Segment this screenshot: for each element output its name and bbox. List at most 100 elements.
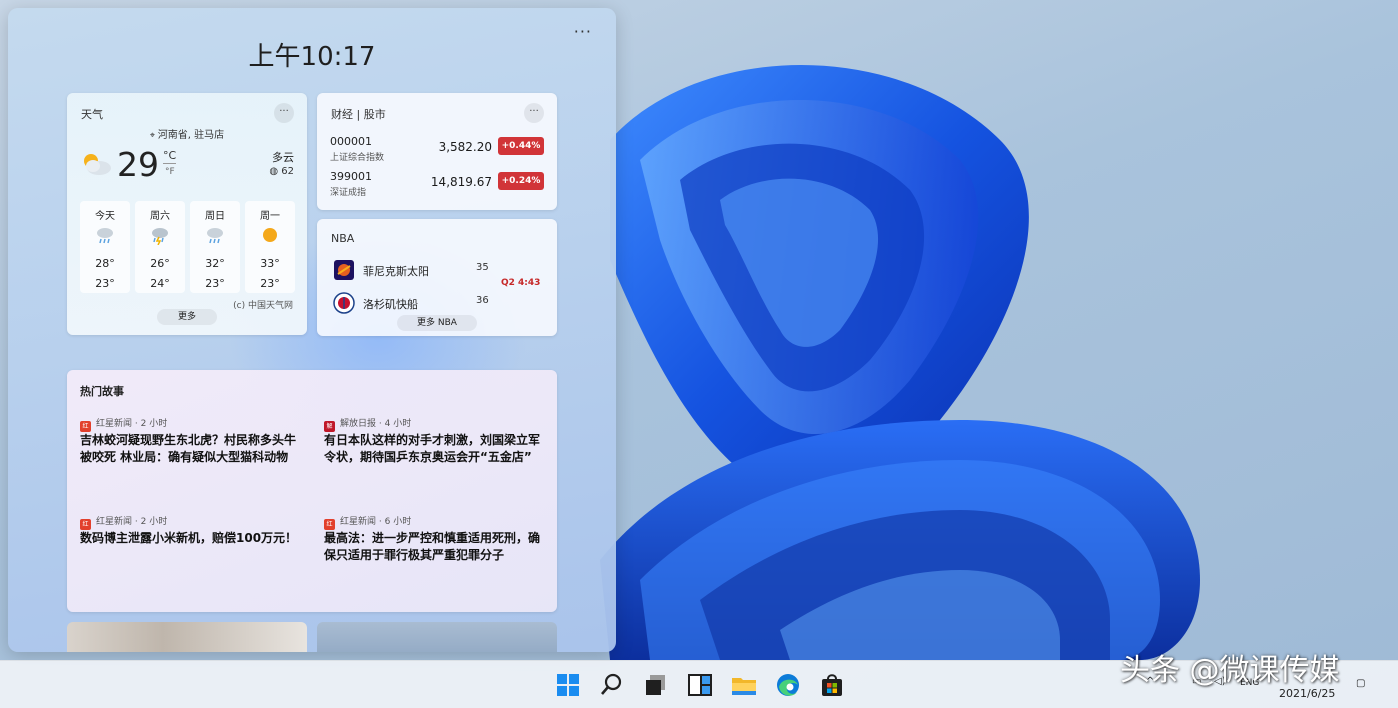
stocks-more-options-button[interactable]: ···: [524, 103, 544, 123]
suns-logo-icon: [334, 260, 354, 280]
thunderstorm-icon: [152, 228, 168, 245]
story-item[interactable]: 红红星新闻 · 2 小时 数码博主泄露小米新机，赔偿100万元！: [80, 514, 305, 574]
widgets-panel: ··· 上午10:17 天气 ··· ⌖ 河南省, 驻马店 29 °C °F 多…: [8, 8, 616, 652]
story-time: · 4 小时: [378, 419, 412, 429]
forecast-high: 33°: [260, 257, 280, 270]
widgets-icon[interactable]: [685, 670, 715, 700]
weather-widget[interactable]: 天气 ··· ⌖ 河南省, 驻马店 29 °C °F 多云 ◍ 62 今天 28…: [67, 93, 307, 335]
team-score: 36: [476, 295, 489, 306]
nba-more-button[interactable]: 更多 NBA: [397, 315, 477, 331]
team-score: 35: [476, 262, 489, 273]
story-time: · 2 小时: [134, 517, 168, 527]
edge-browser-icon[interactable]: [773, 670, 803, 700]
fahrenheit-toggle[interactable]: °F: [165, 167, 175, 177]
stock-price: 14,819.67: [430, 175, 492, 189]
file-explorer-icon[interactable]: [729, 670, 759, 700]
story-source-name: 红星新闻: [96, 419, 133, 429]
task-view-icon[interactable]: [641, 670, 671, 700]
stock-code: 000001: [330, 135, 372, 148]
weather-temperature: 29: [117, 145, 159, 184]
clippers-logo-icon: [333, 292, 355, 314]
weather-condition: 多云: [272, 151, 294, 164]
story-item[interactable]: 红红星新闻 · 6 小时 最高法：进一步严控和慎重适用死刑，确保只适用于罪行极其…: [324, 514, 549, 574]
story-source: 红红星新闻 · 2 小时: [80, 416, 167, 432]
forecast-day-0[interactable]: 今天 28° 23°: [80, 201, 130, 293]
story-headline[interactable]: 吉林蛟河疑现野生东北虎？村民称多头牛被咬死 林业局：确有疑似大型猫科动物: [80, 432, 305, 466]
stock-row[interactable]: 000001 上证综合指数 3,582.20 +0.44%: [330, 135, 544, 167]
team-row[interactable]: 菲尼克斯太阳 35: [333, 259, 493, 281]
weather-aqi: ◍ 62: [269, 166, 294, 177]
story-time: · 2 小时: [134, 419, 168, 429]
story-source-name: 解放日报: [340, 419, 377, 429]
forecast-low: 23°: [95, 277, 115, 290]
forecast-high: 28°: [95, 257, 115, 270]
store-icon[interactable]: [817, 670, 847, 700]
story-source: 解解放日报 · 4 小时: [324, 416, 411, 432]
forecast-day-name: 周一: [260, 211, 280, 222]
top-stories-widget[interactable]: 热门故事 红红星新闻 · 2 小时 吉林蛟河疑现野生东北虎？村民称多头牛被咬死 …: [67, 370, 557, 612]
panel-clock: 上午10:17: [248, 42, 376, 72]
forecast-day-1[interactable]: 周六 26° 24°: [135, 201, 185, 293]
weather-source[interactable]: (c) 中国天气网: [233, 298, 293, 311]
news-source-icon: 红: [80, 519, 91, 530]
story-item[interactable]: 解解放日报 · 4 小时 有日本队这样的对手才刺激，刘国梁立军令状，期待国乒东京…: [324, 416, 549, 496]
weather-widget-title: 天气: [81, 108, 103, 121]
story-item[interactable]: 红红星新闻 · 2 小时 吉林蛟河疑现野生东北虎？村民称多头牛被咬死 林业局：确…: [80, 416, 305, 496]
stock-row[interactable]: 399001 深证成指 14,819.67 +0.24%: [330, 170, 544, 202]
forecast-day-3[interactable]: 周一 33° 23°: [245, 201, 295, 293]
weather-location[interactable]: ⌖ 河南省, 驻马店: [67, 126, 307, 141]
forecast-day-name: 周六: [150, 211, 170, 222]
location-pin-icon: ⌖: [149, 131, 158, 141]
watermark-text: 头条 @微课传媒: [1120, 653, 1340, 688]
stocks-widget-title: 财经 | 股市: [331, 108, 386, 121]
news-image-card[interactable]: [67, 622, 307, 652]
forecast-high: 32°: [205, 257, 225, 270]
cloud-rain-icon: [97, 228, 113, 244]
story-source: 红红星新闻 · 2 小时: [80, 514, 167, 530]
story-headline[interactable]: 最高法：进一步严控和慎重适用死刑，确保只适用于罪行极其严重犯罪分子: [324, 530, 549, 564]
weather-aqi-value: 62: [281, 166, 294, 177]
news-source-icon: 解: [324, 421, 335, 432]
news-source-icon: 红: [80, 421, 91, 432]
air-quality-icon: ◍: [269, 166, 282, 177]
forecast-low: 23°: [260, 277, 280, 290]
stock-change-badge: +0.24%: [498, 172, 544, 190]
stock-code: 399001: [330, 170, 372, 183]
team-name: 菲尼克斯太阳: [363, 265, 429, 278]
top-stories-title: 热门故事: [80, 385, 124, 398]
weather-more-options-button[interactable]: ···: [274, 103, 294, 123]
forecast-day-name: 周日: [205, 211, 225, 222]
windows-start-icon[interactable]: [553, 670, 583, 700]
sun-icon: [263, 228, 277, 242]
forecast-low: 24°: [150, 277, 170, 290]
weather-location-text: 河南省, 驻马店: [157, 130, 225, 141]
stock-price: 3,582.20: [438, 140, 492, 154]
partly-cloudy-icon: [84, 154, 111, 175]
weather-more-button[interactable]: 更多: [157, 309, 217, 325]
search-icon[interactable]: [597, 670, 627, 700]
story-source-name: 红星新闻: [340, 517, 377, 527]
story-time: · 6 小时: [378, 517, 412, 527]
nba-widget-title: NBA: [331, 232, 355, 245]
game-status: Q2 4:43: [501, 278, 541, 288]
stock-name: 上证综合指数: [330, 153, 385, 163]
stocks-widget[interactable]: 财经 | 股市 ··· 000001 上证综合指数 3,582.20 +0.44…: [317, 93, 557, 210]
forecast-high: 26°: [150, 257, 170, 270]
story-source: 红红星新闻 · 6 小时: [324, 514, 411, 530]
team-name: 洛杉矶快船: [363, 298, 418, 311]
news-image-card[interactable]: [317, 622, 557, 652]
forecast-day-name: 今天: [95, 211, 115, 222]
celsius-toggle[interactable]: °C: [163, 149, 177, 164]
news-source-icon: 红: [324, 519, 335, 530]
nba-widget[interactable]: NBA 菲尼克斯太阳 35 洛杉矶快船 36 Q2 4:43 更多 NBA: [317, 219, 557, 336]
team-row[interactable]: 洛杉矶快船 36: [333, 292, 493, 314]
cloud-rain-icon: [207, 228, 223, 244]
forecast-day-2[interactable]: 周日 32° 23°: [190, 201, 240, 293]
story-headline[interactable]: 有日本队这样的对手才刺激，刘国梁立军令状，期待国乒东京奥运会开“五金店”: [324, 432, 549, 466]
notification-icon[interactable]: ▢: [1356, 678, 1365, 689]
stock-change-badge: +0.44%: [498, 137, 544, 155]
forecast-low: 23°: [205, 277, 225, 290]
story-headline[interactable]: 数码博主泄露小米新机，赔偿100万元！: [80, 530, 305, 547]
story-source-name: 红星新闻: [96, 517, 133, 527]
stock-name: 深证成指: [330, 188, 367, 198]
